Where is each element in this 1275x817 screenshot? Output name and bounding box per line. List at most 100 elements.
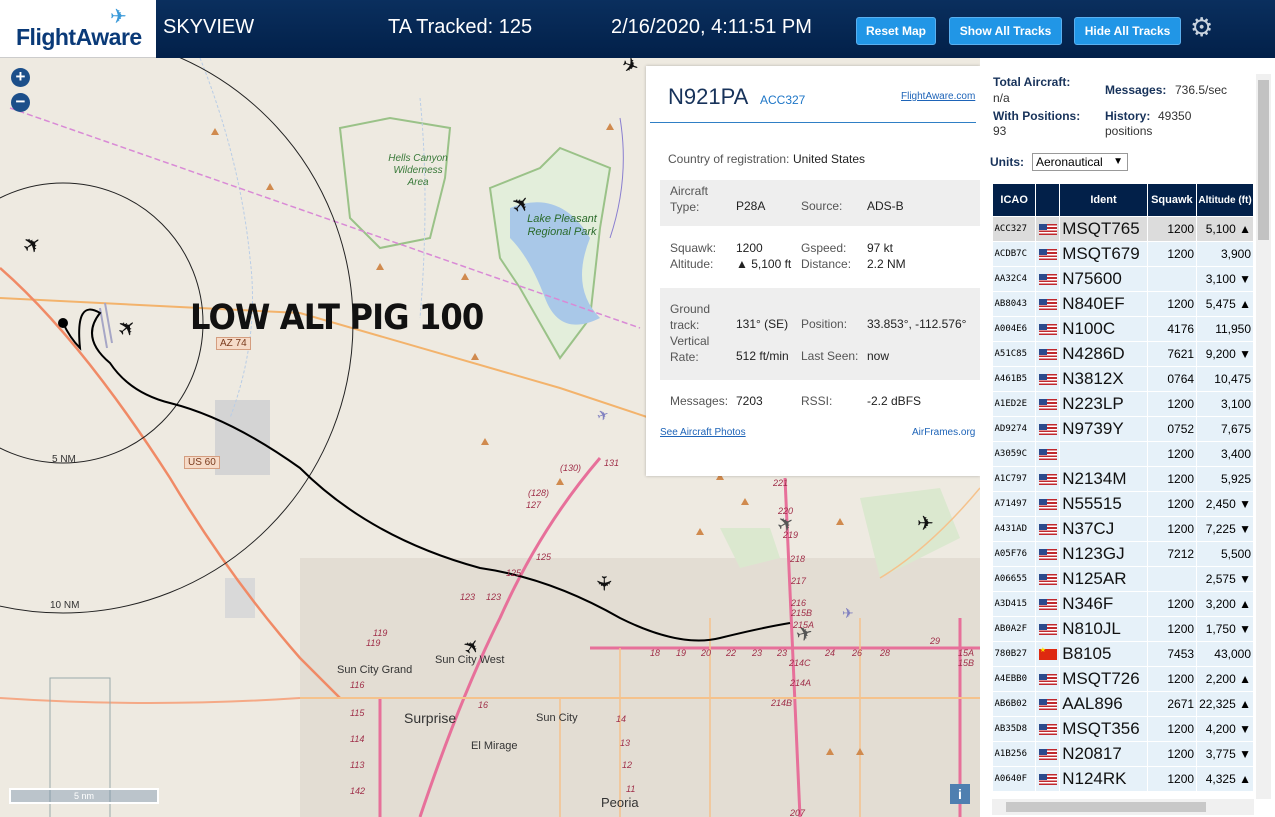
zoom-out-button[interactable]: − — [11, 93, 30, 112]
table-row[interactable]: A3059C 1200 3,400 — [992, 441, 1254, 467]
squawk-cell — [1147, 266, 1198, 292]
column-header-icao[interactable]: ICAO — [991, 183, 1037, 217]
table-row[interactable]: A51C85 N4286D 7621 9,200 ▼ — [992, 341, 1254, 367]
reset-map-button[interactable]: Reset Map — [856, 17, 936, 45]
table-row[interactable]: A004E6 N100C 4176 11,950 — [992, 316, 1254, 342]
popup-callsign: ACC327 — [760, 93, 806, 107]
table-row[interactable]: A71497 N55515 1200 2,450 ▼ — [992, 491, 1254, 517]
squawk-cell: 1200 — [1147, 766, 1198, 792]
show-all-tracks-button[interactable]: Show All Tracks — [949, 17, 1062, 45]
altitude-cell: 2,575 ▼ — [1196, 566, 1254, 592]
aircraft-photos-link[interactable]: See Aircraft Photos — [660, 427, 746, 438]
altitude-cell: 5,925 — [1196, 466, 1254, 492]
place-label: Surprise — [404, 710, 457, 726]
us-flag-icon — [1038, 773, 1057, 785]
table-row[interactable]: AB35D8 MSQT356 1200 4,200 ▼ — [992, 716, 1254, 742]
messages-row: Messages: 7203 RSSI: -2.2 dBFS — [670, 394, 922, 408]
icao-cell: A71497 — [992, 491, 1037, 517]
table-row[interactable]: AB0A2F N810JL 1200 1,750 ▼ — [992, 616, 1254, 642]
flag-cell — [1035, 366, 1061, 392]
flightaware-logo[interactable]: FlightAware ✈ — [0, 0, 156, 58]
exit-number-label: 24 — [825, 648, 836, 658]
exit-number-label: (130) — [560, 463, 582, 473]
table-row[interactable]: A1C797 N2134M 1200 5,925 — [992, 466, 1254, 492]
units-select[interactable]: Aeronautical ▼ — [1032, 153, 1128, 171]
exit-number-label: 16 — [478, 700, 489, 710]
info-button[interactable]: i — [950, 784, 970, 804]
gear-icon[interactable]: ⚙ — [1190, 12, 1213, 43]
ident-cell: AAL896 — [1059, 691, 1148, 717]
altitude-cell: 3,900 — [1196, 241, 1254, 267]
ident-cell: N20817 — [1059, 741, 1148, 767]
column-header-ident[interactable]: Ident — [1059, 183, 1148, 217]
ident-cell: N75600 — [1059, 266, 1148, 292]
us-flag-icon — [1038, 498, 1057, 510]
altitude-cell: 5,475 ▲ — [1196, 291, 1254, 317]
squawk-cell: 1200 — [1147, 391, 1198, 417]
us-flag-icon — [1038, 423, 1057, 435]
table-row[interactable]: ACDB7C MSQT679 1200 3,900 — [992, 241, 1254, 267]
exit-number-label: 119 — [366, 638, 381, 648]
altitude-cell: 4,200 ▼ — [1196, 716, 1254, 742]
exit-number-label: 29 — [930, 636, 941, 646]
exit-number-label: 215A — [793, 620, 815, 630]
flightaware-link[interactable]: FlightAware.com — [901, 91, 975, 102]
flag-cell — [1035, 716, 1061, 742]
us-flag-icon — [1038, 623, 1057, 635]
table-row[interactable]: AA32C4 N75600 3,100 ▼ — [992, 266, 1254, 292]
column-header-squawk[interactable]: Squawk — [1146, 183, 1198, 217]
icao-cell: A3059C — [992, 441, 1037, 467]
column-header-altitude[interactable]: Altitude (ft) — [1196, 183, 1254, 217]
scrollbar-thumb[interactable] — [1006, 802, 1206, 812]
icao-cell: A431AD — [992, 516, 1037, 542]
exit-number-label: 15B — [958, 658, 975, 668]
messages-label: Messages: — [1105, 83, 1167, 97]
exit-number-label: 28 — [880, 648, 891, 658]
table-row[interactable]: AB6B02 AAL896 2671 22,325 ▲ — [992, 691, 1254, 717]
table-row[interactable]: 780B27 B8105745343,000 — [992, 641, 1254, 667]
svg-text:✈: ✈ — [917, 513, 934, 535]
us-flag-icon — [1038, 598, 1057, 610]
icao-cell: 780B27 — [992, 641, 1037, 667]
altitude-cell: 3,100 — [1196, 391, 1254, 417]
column-header-flag[interactable] — [1035, 183, 1061, 217]
with-positions-label: With Positions: — [993, 109, 1081, 123]
altitude-cell: 7,225 ▼ — [1196, 516, 1254, 542]
squawk-cell: 1200 — [1147, 466, 1198, 492]
exit-number-label: 215B — [791, 608, 813, 618]
horizontal-scrollbar[interactable] — [992, 799, 1254, 815]
airframes-link[interactable]: AirFrames.org — [912, 427, 975, 438]
table-row[interactable]: A461B5 N3812X 0764 10,475 — [992, 366, 1254, 392]
squawk-cell: 7621 — [1147, 341, 1198, 367]
icao-cell: AD9274 — [992, 416, 1037, 442]
vertical-scrollbar[interactable] — [1256, 74, 1271, 799]
icao-cell: A3D415 — [992, 591, 1037, 617]
place-label: Peoria — [601, 795, 639, 810]
table-row[interactable]: A431AD N37CJ 1200 7,225 ▼ — [992, 516, 1254, 542]
flag-cell — [1035, 466, 1061, 492]
table-row[interactable]: A05F76 N123GJ 7212 5,500 — [992, 541, 1254, 567]
table-row[interactable]: A3D415 N346F 1200 3,200 ▲ — [992, 591, 1254, 617]
ident-cell — [1059, 441, 1148, 467]
exit-number-label: 12 — [622, 760, 633, 770]
plane-logo-icon: ✈ — [110, 6, 127, 28]
squawk-cell: 1200 — [1147, 216, 1198, 242]
exit-number-label: 123 — [460, 592, 476, 602]
ident-cell: MSQT679 — [1059, 241, 1148, 267]
table-row[interactable]: A0640F N124RK 1200 4,325 ▲ — [992, 766, 1254, 792]
table-row[interactable]: A1B256 N20817 1200 3,775 ▼ — [992, 741, 1254, 767]
icao-cell: A1B256 — [992, 741, 1037, 767]
icao-cell: ACC327 — [992, 216, 1037, 242]
exit-number-label: 207 — [790, 808, 806, 817]
table-row[interactable]: A06655 N125AR 2,575 ▼ — [992, 566, 1254, 592]
table-row[interactable]: AD9274 N9739Y 0752 7,675 — [992, 416, 1254, 442]
table-row[interactable]: A1ED2E N223LP 1200 3,100 — [992, 391, 1254, 417]
table-row[interactable]: ACC327 MSQT765 1200 5,100 ▲ — [992, 216, 1254, 242]
ident-cell: N223LP — [1059, 391, 1148, 417]
table-row[interactable]: AB8043 N840EF 1200 5,475 ▲ — [992, 291, 1254, 317]
squawk-cell — [1147, 566, 1198, 592]
hide-all-tracks-button[interactable]: Hide All Tracks — [1074, 17, 1181, 45]
scrollbar-thumb[interactable] — [1258, 80, 1269, 240]
table-row[interactable]: A4EBB0 MSQT726 1200 2,200 ▲ — [992, 666, 1254, 692]
zoom-in-button[interactable]: + — [11, 68, 30, 87]
